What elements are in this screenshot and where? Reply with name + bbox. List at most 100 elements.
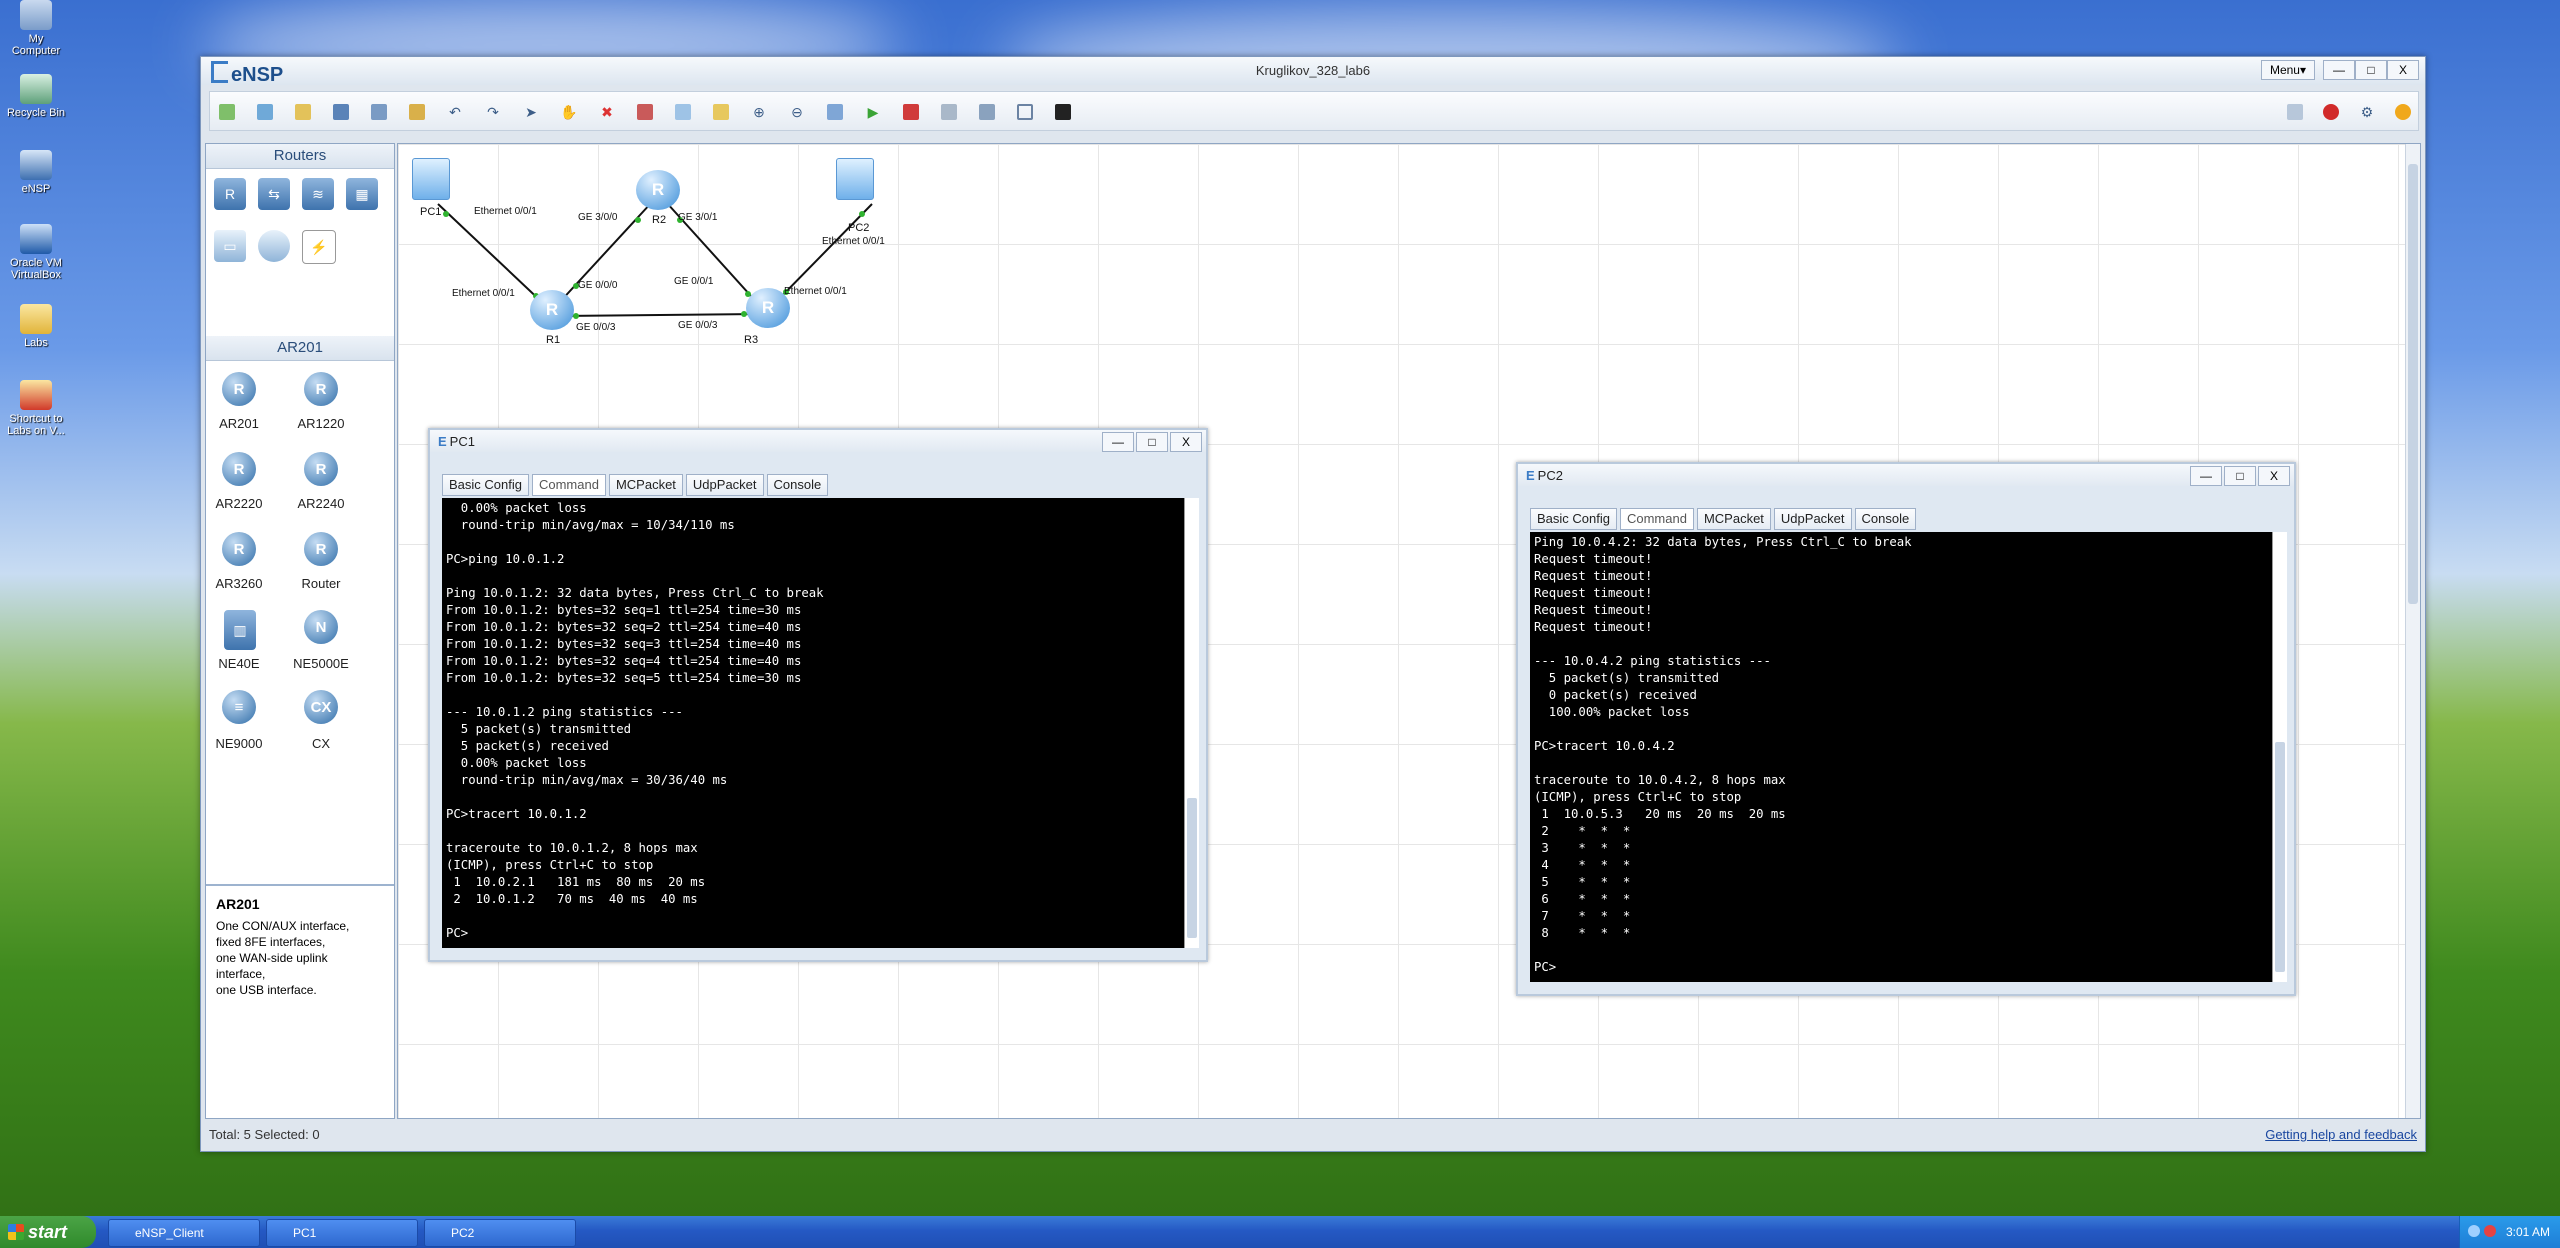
desktop-icon-my-computer[interactable]: My Computer [4,0,68,57]
pc1-node-icon[interactable] [412,158,450,200]
category-cloud-icon[interactable] [258,230,290,262]
device-ar1220-icon[interactable]: R [304,372,338,406]
pc1-window-title: E PC1 [438,434,475,449]
pc1-terminal-scrollbar[interactable] [1184,498,1199,948]
node-label-pc1: PC1 [420,206,442,218]
security-alert-icon[interactable] [2484,1225,2496,1237]
category-router-icon[interactable]: R [214,178,246,210]
help-feedback-link[interactable]: Getting help and feedback [2265,1127,2417,1142]
pc2-terminal-scrollbar[interactable] [2272,532,2287,982]
print-icon[interactable] [406,101,428,123]
desktop-icon-labs-shortcut[interactable]: Shortcut to Labs on V... [4,380,68,437]
device-label: NE5000E [293,656,349,671]
close-button[interactable]: X [2387,60,2419,80]
pc2-window-title: E PC2 [1526,468,1563,483]
tab-command[interactable]: Command [531,474,606,496]
link-r1-r3[interactable] [559,313,761,317]
drag-hand-icon[interactable]: ✋ [558,101,580,123]
canvas-scrollbar[interactable] [2405,144,2420,1118]
cli-icon[interactable] [1052,101,1074,123]
device-label: AR2240 [297,496,345,511]
device-router-icon[interactable]: R [304,532,338,566]
pc2-maximize-button[interactable]: □ [2224,466,2256,486]
palette-icon[interactable] [710,101,732,123]
start-device-icon[interactable]: ▶ [862,101,884,123]
desktop-icon-labs[interactable]: Labs [4,304,68,349]
minimize-button[interactable]: — [2323,60,2355,80]
help-icon[interactable] [2392,101,2414,123]
device-cx-icon[interactable]: CX [304,690,338,724]
undo-icon[interactable]: ↶ [444,101,466,123]
tab-console[interactable]: Console [1854,508,1917,530]
redo-icon[interactable]: ↷ [482,101,504,123]
network-icon[interactable] [2468,1225,2480,1237]
pc1-minimize-button[interactable]: — [1102,432,1134,452]
tab-mcpacket[interactable]: MCPacket [608,474,683,496]
huawei-icon[interactable] [2320,101,2342,123]
delete-connection-icon[interactable] [634,101,656,123]
text-icon[interactable] [672,101,694,123]
device-ar201-icon[interactable]: R [222,372,256,406]
device-ne9000-icon[interactable]: ≡ [222,690,256,724]
tab-command[interactable]: Command [1619,508,1694,530]
desktop-icon-ensp[interactable]: eNSP [4,150,68,195]
pc1-terminal[interactable]: 0.00% packet loss round-trip min/avg/max… [442,498,1184,948]
maximize-button[interactable]: □ [2355,60,2387,80]
scrollbar-thumb[interactable] [2408,164,2418,604]
capture-icon[interactable] [938,101,960,123]
pc2-node-icon[interactable] [836,158,874,200]
topology-icon[interactable] [1014,101,1036,123]
scrollbar-thumb[interactable] [2275,742,2285,972]
scrollbar-thumb[interactable] [1187,798,1197,938]
taskbar-item-ensp-client[interactable]: eNSP_Client [108,1219,260,1247]
tab-basic-config[interactable]: Basic Config [1530,508,1617,530]
status-text: Total: 5 Selected: 0 [209,1127,320,1142]
virtualbox-icon [20,224,52,254]
save-icon[interactable] [330,101,352,123]
select-icon[interactable]: ➤ [520,101,542,123]
category-firewall-icon[interactable]: ▦ [346,178,378,210]
tab-console[interactable]: Console [766,474,829,496]
desktop-icon-virtualbox[interactable]: Oracle VM VirtualBox [4,224,68,281]
grid-icon[interactable] [976,101,998,123]
pc2-minimize-button[interactable]: — [2190,466,2222,486]
r2-router-icon[interactable]: R [636,170,680,210]
device-ar2240-icon[interactable]: R [304,452,338,486]
device-ne40e-icon[interactable]: ▥ [224,610,256,650]
category-wlan-icon[interactable]: ≋ [302,178,334,210]
tab-mcpacket[interactable]: MCPacket [1696,508,1771,530]
desktop-icon-recycle-bin[interactable]: Recycle Bin [4,74,68,119]
new-example-icon[interactable] [254,101,276,123]
pc1-close-button[interactable]: X [1170,432,1202,452]
taskbar-item-pc2[interactable]: PC2 [424,1219,576,1247]
save-as-icon[interactable] [368,101,390,123]
zoom-in-icon[interactable]: ⊕ [748,101,770,123]
tab-udppacket[interactable]: UdpPacket [1773,508,1852,530]
category-pc-icon[interactable]: ▭ [214,230,246,262]
port-status-icon [443,211,449,217]
pc2-tabs: Basic Config Command MCPacket UdpPacket … [1530,508,1919,530]
delete-icon[interactable]: ✖ [596,101,618,123]
taskbar-item-pc1[interactable]: PC1 [266,1219,418,1247]
device-ar2220-icon[interactable]: R [222,452,256,486]
open-icon[interactable] [292,101,314,123]
fit-icon[interactable] [824,101,846,123]
stop-device-icon[interactable] [900,101,922,123]
device-ne5000e-icon[interactable]: N [304,610,338,644]
device-ar3260-icon[interactable]: R [222,532,256,566]
category-switch-icon[interactable]: ⇆ [258,178,290,210]
pc2-terminal[interactable]: Ping 10.0.4.2: 32 data bytes, Press Ctrl… [1530,532,2272,982]
settings-icon[interactable]: ⚙ [2356,101,2378,123]
new-topology-icon[interactable] [216,101,238,123]
category-connection-icon[interactable]: ⚡ [302,230,336,264]
pc1-maximize-button[interactable]: □ [1136,432,1168,452]
menu-button[interactable]: Menu▾ [2260,60,2315,80]
zoom-out-icon[interactable]: ⊖ [786,101,808,123]
tab-udppacket[interactable]: UdpPacket [685,474,764,496]
pc2-close-button[interactable]: X [2258,466,2290,486]
chat-icon[interactable] [2284,101,2306,123]
title-bar: eNSP Kruglikov_328_lab6 Menu▾ — □ X [201,57,2425,86]
tab-basic-config[interactable]: Basic Config [442,474,529,496]
start-button[interactable]: start [0,1216,96,1248]
r1-router-icon[interactable]: R [530,290,574,330]
